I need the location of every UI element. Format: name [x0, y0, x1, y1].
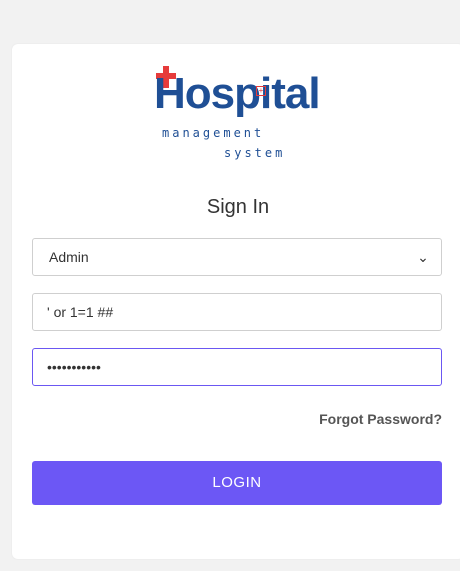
login-card: Hospital + management system Sign In Adm… — [12, 44, 460, 559]
password-input[interactable]: ••••••••••• — [32, 348, 442, 386]
page-title: Sign In — [206, 196, 270, 218]
password-value: ••••••••••• — [47, 359, 101, 375]
username-input[interactable]: ' or 1=1 ## — [32, 293, 442, 331]
role-select-value: Admin — [49, 249, 89, 265]
logo-subtitle-line1: management — [162, 126, 265, 140]
forgot-password-link[interactable]: Forgot Password? — [319, 411, 442, 427]
logo-wordmark: Hospital — [154, 69, 321, 118]
role-select[interactable]: Admin ⌄ — [32, 238, 442, 276]
hospital-logo: Hospital + management system — [144, 66, 321, 162]
logo-subtitle-line2: system — [224, 146, 286, 160]
chevron-down-icon[interactable]: ⌄ — [415, 239, 431, 275]
small-cross-icon: + — [256, 86, 266, 96]
login-button[interactable]: LOGIN — [32, 461, 442, 505]
username-value: ' or 1=1 ## — [47, 304, 114, 320]
